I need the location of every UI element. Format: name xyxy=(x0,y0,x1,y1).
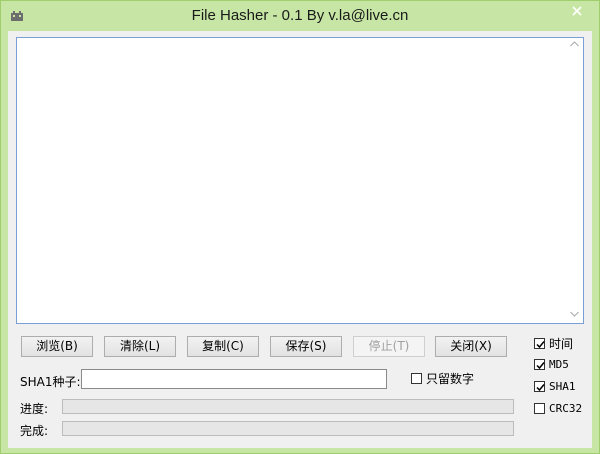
progress-label: 进度: xyxy=(20,402,49,416)
checkmark-icon xyxy=(534,359,545,370)
crc32-checkbox[interactable]: CRC32 xyxy=(534,402,582,415)
progress-bar xyxy=(62,399,514,414)
digits-only-label: 只留数字 xyxy=(426,372,475,386)
md5-label: MD5 xyxy=(549,358,569,371)
client-area: 浏览(B) 清除(L) 复制(C) 保存(S) 停止(T) 关闭(X) SHA1… xyxy=(8,31,592,448)
sha1-seed-input[interactable] xyxy=(81,369,387,389)
copy-button[interactable]: 复制(C) xyxy=(187,336,259,357)
complete-bar xyxy=(62,421,514,436)
save-button[interactable]: 保存(S) xyxy=(270,336,342,357)
window-title: File Hasher - 0.1 By v.la@live.cn xyxy=(191,7,409,24)
clear-button[interactable]: 清除(L) xyxy=(104,336,176,357)
checkmark-icon xyxy=(534,338,545,349)
app-window: File Hasher - 0.1 By v.la@live.cn 浏览(B) … xyxy=(0,0,600,454)
time-checkbox[interactable]: 时间 xyxy=(534,335,573,352)
checkmark-icon xyxy=(534,381,545,392)
sha1-checkbox[interactable]: SHA1 xyxy=(534,380,576,393)
scroll-up-arrow-icon[interactable] xyxy=(570,40,579,49)
sha1-seed-label: SHA1种子: xyxy=(20,375,81,389)
scroll-down-arrow-icon[interactable] xyxy=(570,310,579,319)
vertical-scrollbar[interactable] xyxy=(566,38,583,323)
complete-label: 完成: xyxy=(20,424,49,438)
checkbox-unchecked-icon xyxy=(534,403,545,414)
stop-button[interactable]: 停止(T) xyxy=(353,336,425,357)
window-close-button[interactable] xyxy=(561,1,593,22)
crc32-label: CRC32 xyxy=(549,402,583,415)
browse-button[interactable]: 浏览(B) xyxy=(21,336,93,357)
close-button[interactable]: 关闭(X) xyxy=(435,336,507,357)
md5-checkbox[interactable]: MD5 xyxy=(534,358,569,371)
sha1-label: SHA1 xyxy=(549,380,576,393)
output-textarea[interactable] xyxy=(16,37,584,324)
close-icon xyxy=(572,5,582,19)
checkbox-unchecked-icon xyxy=(411,373,422,384)
time-label: 时间 xyxy=(549,337,574,351)
title-bar[interactable]: File Hasher - 0.1 By v.la@live.cn xyxy=(1,1,599,31)
digits-only-checkbox[interactable]: 只留数字 xyxy=(411,370,474,387)
